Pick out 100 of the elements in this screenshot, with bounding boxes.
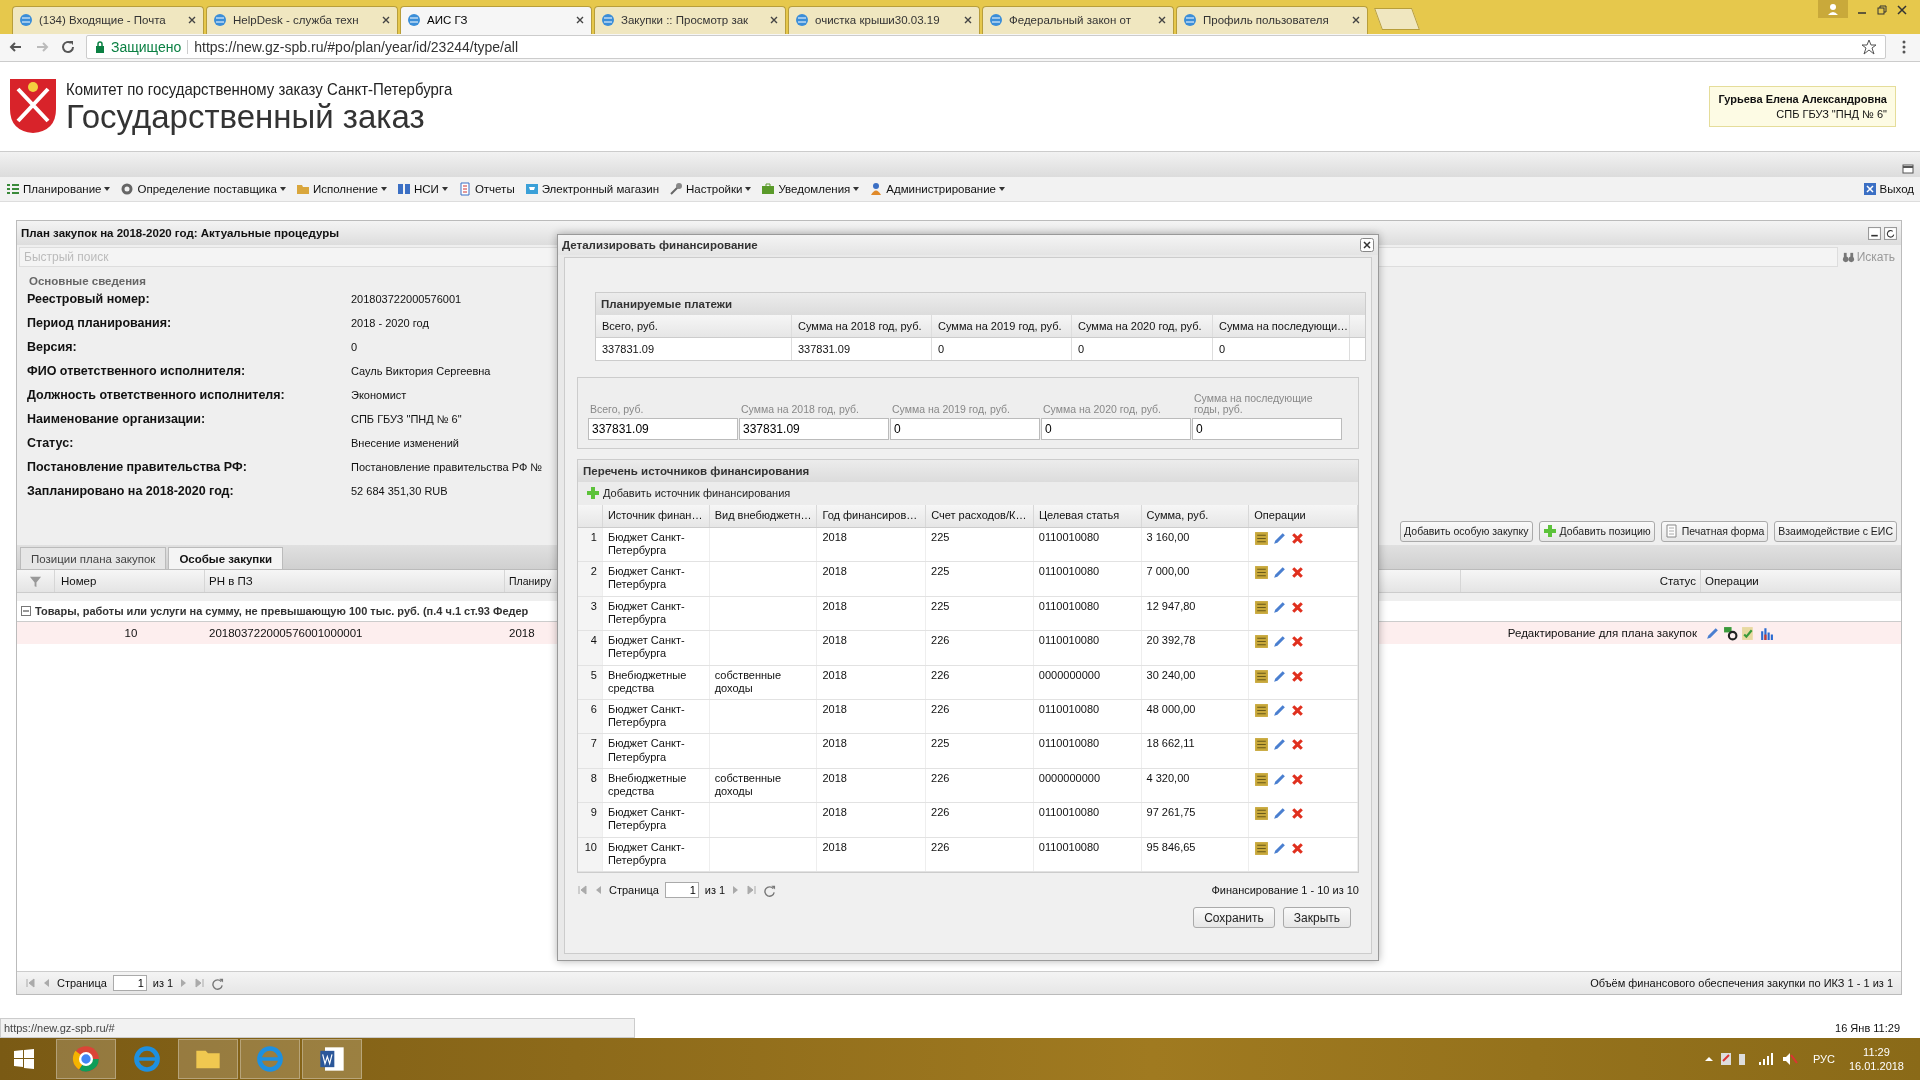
table-cell: Внебюджетные средства [607,771,687,797]
table-cell: 2018 [509,627,535,640]
table-cell: 7 000,00 [1146,565,1190,578]
table-cell: Бюджет Санкт-Петербурга [607,737,685,763]
table-cell: 2018 [822,806,847,819]
field-value: 2018 - 2020 год [351,317,429,330]
field-label: Сумма на последующие годы, руб. [1194,392,1314,416]
page-count: из 1 [152,977,174,990]
field-value: 52 684 351,30 RUB [351,485,448,498]
table-cell: Бюджет Санкт-Петербурга [607,599,685,625]
group-title: Товары, работы или услуги на сумму, не превышающую 100 тыс. руб. (п.4 ч.1 ст.93 Федер [35,605,530,618]
field-label: Версия: [27,340,78,355]
row-number: 4 [590,634,597,649]
field-label: Наименование организации: [27,412,207,427]
row-number: 3 [590,599,597,614]
field-label: Период планирования: [27,316,173,331]
table-cell: 2018 [822,599,847,612]
table-cell: 0 [1219,343,1226,355]
table-cell: собственные доходы [714,771,782,797]
field-label: Сумма на 2019 год, руб. [892,404,1010,416]
row-number: 1 [590,530,597,545]
page-label: Страница [609,884,659,896]
table-cell: Бюджет Санкт-Петербурга [607,565,685,591]
table-cell: собственные доходы [714,668,782,694]
table-cell: 0000000000 [1038,668,1100,681]
table-cell: 225 [931,530,950,543]
field-value: 0 [351,341,358,354]
field-value: 201803722000576001 [351,293,462,306]
table-cell: 2018 [822,771,847,784]
table-cell: 0000000000 [1038,771,1100,784]
table-cell: 0110010080 [1038,702,1100,715]
field-label: Должность ответственного исполнителя: [27,388,286,403]
table-cell: 201803722000576001000001 [209,627,363,640]
table-cell: 225 [931,599,950,612]
table-cell: 226 [931,668,950,681]
field-label: Сумма на 2020 год, руб. [1043,404,1161,416]
table-cell: Редактирование для плана закупок [1507,627,1697,640]
table-cell: Внебюджетные средства [607,668,687,694]
table-cell: 2018 [822,702,847,715]
table-cell: 226 [931,634,950,647]
panel-title: План закупок на 2018-2020 год: Актуальные процедуры [21,227,340,240]
status-url: https://new.gz-spb.ru/# [0,1018,635,1039]
row-number: 8 [590,771,597,786]
organization-name: Комитет по государственному заказу Санкт-Петербурга [66,79,453,100]
dialog-title: Детализировать финансирование [562,239,758,251]
table-cell: 225 [931,737,950,750]
table-cell: 0110010080 [1038,737,1100,750]
field-label: Реестровый номер: [27,292,151,307]
table-cell: Бюджет Санкт-Петербурга [607,806,685,832]
table-cell: 0 [938,343,945,355]
table-cell: 20 392,78 [1146,634,1196,647]
field-value: Внесение изменений [351,437,459,450]
field-label: Всего, руб. [590,404,644,416]
table-cell: 18 662,11 [1146,737,1195,750]
section-title: Перечень источников финансирования [578,460,1358,482]
table-cell: 95 846,65 [1146,840,1196,853]
table-cell: 48 000,00 [1146,702,1196,715]
table-cell: 2018 [822,840,847,853]
paging-summary: Финансирование 1 - 10 из 10 [1211,884,1359,896]
table-cell: 2018 [822,737,847,750]
table-cell: 0110010080 [1038,840,1100,853]
row-number: 10 [584,840,597,855]
table-cell: Бюджет Санкт-Петербурга [607,634,685,660]
field-label: Сумма на 2018 год, руб. [741,404,859,416]
row-number: 2 [590,565,597,580]
field-value: Сауль Виктория Сергеевна [351,365,491,378]
table-cell: 0110010080 [1038,530,1100,543]
field-value: Экономист [351,389,407,402]
user-organization: СПБ ГБУЗ "ПНД № 6" [1775,107,1887,120]
table-cell: 0110010080 [1038,599,1100,612]
table-cell: 12 947,80 [1146,599,1196,612]
table-cell: Бюджет Санкт-Петербурга [607,530,685,557]
table-cell: 0110010080 [1038,806,1100,819]
field-label: Статус: [27,436,75,451]
table-cell: 97 261,75 [1146,806,1196,819]
row-number: 7 [590,737,597,752]
secure-label: Защищено [111,39,182,56]
row-number: 9 [590,806,597,821]
table-cell: 337831.09 [602,343,654,355]
table-cell: 337831.09 [798,343,850,355]
row-number: 5 [590,668,597,683]
table-cell: 2018 [822,668,847,681]
table-cell: 0 [1078,343,1085,355]
table-cell: 226 [931,771,950,784]
section-title: Планируемые платежи [596,293,1365,315]
table-cell: 3 160,00 [1146,530,1190,543]
table-cell: 226 [931,840,950,853]
field-value: Постановление правительства РФ № [351,461,543,474]
field-label: Запланировано на 2018-2020 год: [27,484,235,499]
table-cell: 2018 [822,530,847,543]
page-label: Страница [57,977,107,990]
table-cell: 2018 [822,634,847,647]
site-title: Государственный заказ [66,99,425,133]
table-cell: 4 320,00 [1146,771,1190,784]
table-cell: Бюджет Санкт-Петербурга [607,840,685,866]
table-cell: 10 [124,627,138,640]
table-cell: 0110010080 [1038,634,1100,647]
url-text: https://new.gz-spb.ru/#po/plan/year/id/23244/type/all [194,39,519,56]
field-value: СПБ ГБУЗ "ПНД № 6" [351,413,462,426]
field-label: ФИО ответственного исполнителя: [27,364,247,379]
